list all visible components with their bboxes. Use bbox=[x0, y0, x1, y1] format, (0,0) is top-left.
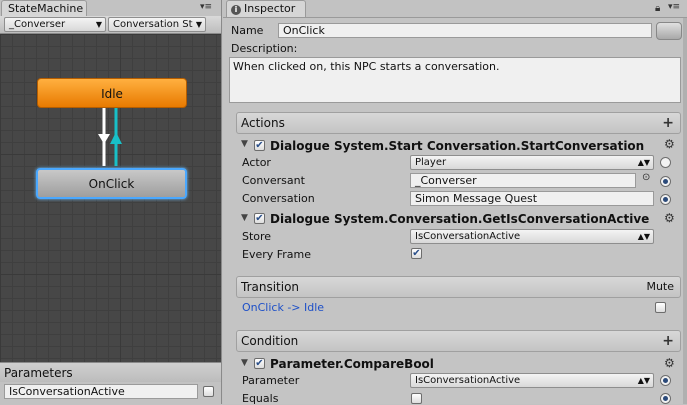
lock-icon[interactable]: 🔒︎ bbox=[655, 3, 660, 14]
description-field[interactable]: When clicked on, this NPC starts a conve… bbox=[229, 57, 681, 103]
parameter-name-field[interactable]: IsConversationActive bbox=[4, 384, 198, 399]
equals-variable-toggle[interactable] bbox=[660, 393, 671, 404]
object-picker-icon[interactable]: ⊙ bbox=[642, 172, 650, 183]
actor-label: Actor bbox=[242, 156, 271, 169]
store-dropdown[interactable]: IsConversationActive ▲▼ bbox=[410, 229, 654, 244]
conversation-field[interactable]: Simon Message Quest bbox=[410, 191, 654, 206]
condition-title: Condition bbox=[241, 334, 299, 348]
statemachine-dropdown-label: Conversation St bbox=[113, 19, 193, 30]
gear-icon[interactable]: ⚙ bbox=[664, 137, 675, 151]
chevron-down-icon: ▼ bbox=[195, 20, 202, 29]
add-action-icon[interactable]: + bbox=[662, 113, 674, 133]
collapse-triangle-icon[interactable]: ▼ bbox=[241, 358, 248, 368]
name-label: Name bbox=[231, 24, 264, 37]
tab-statemachine[interactable]: StateMachine bbox=[1, 0, 87, 17]
chevron-updown-icon: ▲▼ bbox=[637, 158, 650, 167]
action2-title: Dialogue System.Conversation.GetIsConver… bbox=[270, 212, 650, 226]
add-condition-icon[interactable]: + bbox=[662, 331, 674, 351]
gear-icon[interactable]: ⚙ bbox=[664, 211, 675, 225]
actions-title: Actions bbox=[241, 116, 285, 130]
chevron-updown-icon: ▲▼ bbox=[637, 376, 650, 385]
panel-menu-icon[interactable]: ▾≡ bbox=[200, 2, 212, 12]
every-frame-label: Every Frame bbox=[242, 248, 312, 261]
every-frame-checkbox[interactable]: ✔ bbox=[411, 248, 422, 259]
collapse-triangle-icon[interactable]: ▼ bbox=[241, 139, 248, 149]
chevron-down-icon: ▼ bbox=[95, 20, 102, 29]
parameter-variable-toggle[interactable] bbox=[660, 375, 671, 386]
state-node-idle[interactable]: Idle bbox=[37, 78, 187, 108]
state-node-onclick-label: OnClick bbox=[88, 177, 135, 191]
arrow-down-icon bbox=[98, 134, 110, 144]
parameters-header: Parameters bbox=[0, 362, 221, 382]
collapse-triangle-icon[interactable]: ▼ bbox=[241, 213, 248, 223]
state-node-idle-label: Idle bbox=[101, 87, 123, 101]
gameobject-dropdown-label: _Converser bbox=[9, 19, 66, 30]
mute-label: Mute bbox=[646, 280, 674, 293]
parameter-dropdown-value: IsConversationActive bbox=[415, 375, 521, 386]
state-node-onclick[interactable]: OnClick bbox=[36, 168, 187, 199]
action1-enabled-checkbox[interactable]: ✔ bbox=[254, 140, 265, 151]
inspector-scrollbar[interactable] bbox=[683, 18, 687, 404]
info-icon: i bbox=[231, 5, 241, 15]
actor-variable-toggle[interactable] bbox=[660, 157, 671, 168]
color-button[interactable] bbox=[656, 22, 682, 40]
conversant-field[interactable]: _Converser bbox=[410, 173, 636, 188]
actor-dropdown[interactable]: Player ▲▼ bbox=[410, 155, 654, 170]
action1-title: Dialogue System.Start Conversation.Start… bbox=[270, 139, 645, 153]
arrow-up-icon bbox=[110, 132, 122, 144]
description-label: Description: bbox=[231, 42, 298, 55]
gameobject-dropdown[interactable]: _Converser ▼ bbox=[4, 17, 106, 32]
parameter-dropdown[interactable]: IsConversationActive ▲▼ bbox=[410, 373, 654, 388]
transition-header: Transition Mute bbox=[236, 276, 681, 298]
action2-enabled-checkbox[interactable]: ✔ bbox=[254, 213, 265, 224]
panel-menu-icon[interactable]: ▾≡ bbox=[668, 2, 680, 12]
name-field[interactable]: OnClick bbox=[278, 23, 652, 38]
gear-icon[interactable]: ⚙ bbox=[664, 356, 675, 370]
store-label: Store bbox=[242, 230, 272, 243]
transition-title: Transition bbox=[241, 280, 300, 294]
transition-arrows[interactable] bbox=[95, 104, 125, 170]
transition-item-link[interactable]: OnClick -> Idle bbox=[242, 301, 324, 314]
actor-dropdown-value: Player bbox=[415, 157, 447, 168]
conversant-label: Conversant bbox=[242, 174, 305, 187]
parameter-label: Parameter bbox=[242, 374, 300, 387]
statemachine-dropdown[interactable]: Conversation St ▼ bbox=[108, 17, 206, 32]
conversation-variable-toggle[interactable] bbox=[660, 194, 671, 205]
tab-inspector-label: Inspector bbox=[244, 2, 296, 15]
store-dropdown-value: IsConversationActive bbox=[415, 231, 521, 242]
equals-checkbox[interactable] bbox=[411, 393, 422, 404]
actions-header[interactable]: Actions + bbox=[236, 112, 681, 134]
equals-label: Equals bbox=[242, 392, 279, 405]
condition-item-title: Parameter.CompareBool bbox=[270, 357, 434, 371]
chevron-updown-icon: ▲▼ bbox=[637, 232, 650, 241]
condition-header[interactable]: Condition + bbox=[236, 330, 681, 352]
tab-inspector[interactable]: i Inspector bbox=[226, 0, 306, 17]
condition-enabled-checkbox[interactable]: ✔ bbox=[254, 358, 265, 369]
transition-mute-checkbox[interactable] bbox=[655, 302, 666, 313]
parameter-value-checkbox[interactable] bbox=[203, 386, 214, 397]
conversant-variable-toggle[interactable] bbox=[660, 176, 671, 187]
conversation-label: Conversation bbox=[242, 192, 315, 205]
